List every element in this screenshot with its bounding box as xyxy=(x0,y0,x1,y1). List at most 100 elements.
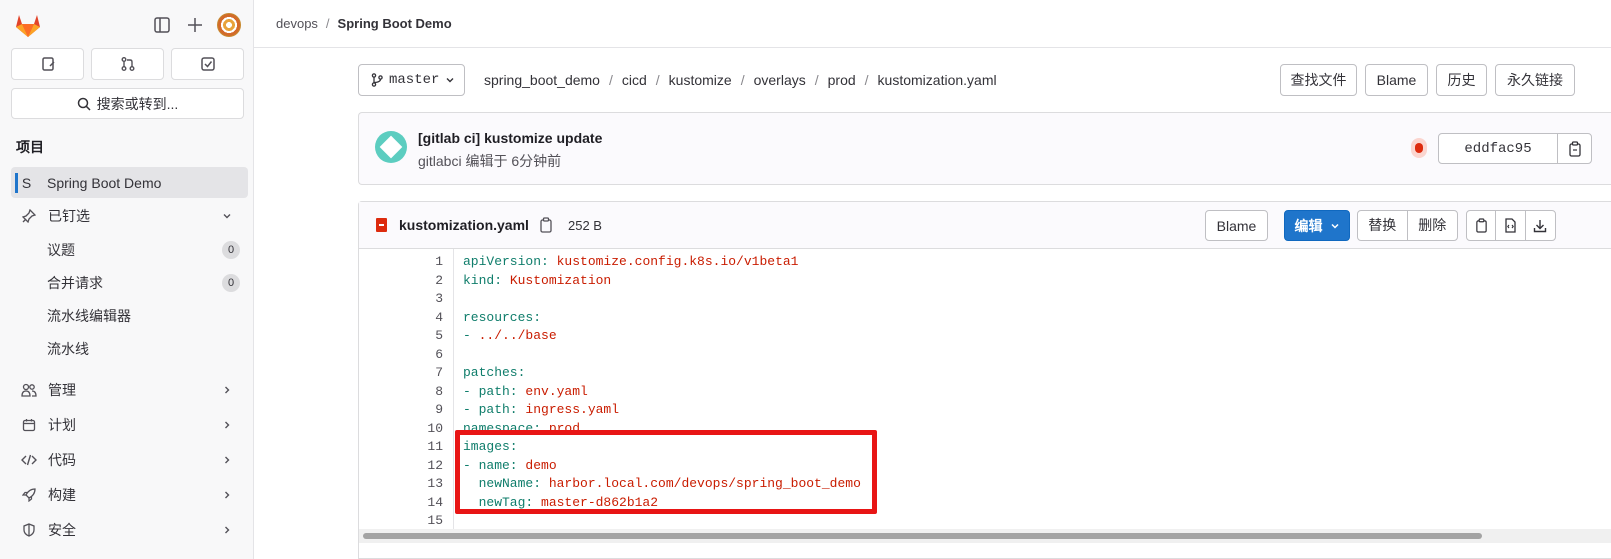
rocket-icon xyxy=(16,487,42,502)
copy-icon xyxy=(1475,218,1487,233)
line-number[interactable]: 5 xyxy=(359,327,443,346)
edit-dropdown-button[interactable]: 编辑 xyxy=(1284,210,1350,241)
line-number[interactable]: 15 xyxy=(359,512,443,531)
chevron-right-icon xyxy=(222,385,238,395)
toggle-sidebar-icon[interactable] xyxy=(151,14,173,36)
issues-icon xyxy=(41,57,55,71)
code-icon xyxy=(16,453,42,467)
line-number[interactable]: 8 xyxy=(359,383,443,402)
path-segment[interactable]: prod xyxy=(828,72,856,88)
sidebar-item-build[interactable]: 构建 xyxy=(11,479,248,510)
replace-delete-button-group: 替换 删除 xyxy=(1357,210,1458,241)
search-icon xyxy=(77,97,91,111)
pin-icon xyxy=(16,208,42,223)
commit-sha[interactable]: eddfac95 xyxy=(1439,134,1558,163)
file-name: kustomization.yaml xyxy=(399,217,529,233)
replace-button[interactable]: 替换 xyxy=(1358,211,1408,240)
yaml-key: apiVersion: xyxy=(463,254,549,269)
pipeline-status-failed-icon[interactable] xyxy=(1411,138,1427,158)
sidebar-item-plan[interactable]: 计划 xyxy=(11,409,248,440)
merge-requests-tab-button[interactable] xyxy=(91,48,164,80)
sidebar-item-pinned[interactable]: 已钉选 xyxy=(11,200,248,231)
yaml-key: kind: xyxy=(463,272,503,288)
sidebar-item-project[interactable]: S Spring Boot Demo xyxy=(11,167,248,198)
sidebar-item-issues[interactable]: 议题 0 xyxy=(11,234,248,265)
sidebar: 搜索或转到... 项目 S Spring Boot Demo 已钉选 议题 0 … xyxy=(0,0,254,559)
commit-author-avatar[interactable] xyxy=(375,131,407,163)
yaml-file-icon xyxy=(376,218,387,232)
sidebar-item-plan-label: 计划 xyxy=(48,416,76,433)
path-segment[interactable]: spring_boot_demo xyxy=(484,72,600,88)
sidebar-item-build-label: 构建 xyxy=(48,486,76,503)
user-avatar[interactable] xyxy=(217,13,241,37)
copy-file-path-button[interactable] xyxy=(539,217,553,233)
line-content: - path: env.yaml xyxy=(463,383,588,402)
issues-tab-button[interactable] xyxy=(11,48,84,80)
line-number[interactable]: 7 xyxy=(359,364,443,383)
sidebar-item-project-label: Spring Boot Demo xyxy=(47,174,162,191)
sidebar-item-security[interactable]: 安全 xyxy=(11,514,248,545)
history-button[interactable]: 历史 xyxy=(1436,64,1487,96)
yaml-value: Kustomization xyxy=(502,272,612,288)
line-number[interactable]: 12 xyxy=(359,457,443,476)
chevron-right-icon xyxy=(222,525,238,535)
commit-title-link[interactable]: [gitlab ci] kustomize update xyxy=(418,130,602,146)
sidebar-item-manage[interactable]: 管理 xyxy=(11,374,248,405)
merge-requests-count-badge: 0 xyxy=(222,273,240,292)
branch-name: master xyxy=(389,72,440,88)
sidebar-section-title: 项目 xyxy=(16,139,44,155)
todos-tab-button[interactable] xyxy=(171,48,244,80)
file-code-icon xyxy=(1505,218,1516,233)
breadcrumb-project-link[interactable]: Spring Boot Demo xyxy=(338,16,452,31)
branch-icon xyxy=(371,73,383,87)
line-number[interactable]: 13 xyxy=(359,475,443,494)
line-number[interactable]: 6 xyxy=(359,346,443,365)
line-content: resources: xyxy=(463,309,541,328)
file-blame-button[interactable]: Blame xyxy=(1205,210,1268,241)
line-number[interactable]: 3 xyxy=(359,290,443,309)
line-number[interactable]: 10 xyxy=(359,420,443,439)
gitlab-logo-icon[interactable] xyxy=(14,12,42,38)
sidebar-item-pinned-label: 已钉选 xyxy=(48,207,90,224)
line-number[interactable]: 9 xyxy=(359,401,443,420)
yaml-key: - path: xyxy=(463,383,518,399)
line-content: - path: ingress.yaml xyxy=(463,401,619,420)
line-number[interactable]: 4 xyxy=(359,309,443,328)
copy-sha-button[interactable] xyxy=(1558,134,1591,163)
download-icon xyxy=(1534,219,1547,232)
code-line: 1 apiVersion: kustomize.config.k8s.io/v1b… xyxy=(359,253,1611,272)
breadcrumb-group-link[interactable]: devops xyxy=(276,16,318,31)
permalink-button[interactable]: 永久链接 xyxy=(1495,64,1575,96)
open-raw-button[interactable] xyxy=(1496,211,1526,240)
path-segment[interactable]: kustomize xyxy=(669,72,732,88)
path-segment[interactable]: overlays xyxy=(754,72,806,88)
file-viewer: kustomization.yaml 252 B Blame 编辑 替换 删除 xyxy=(358,201,1611,559)
scrollbar-thumb[interactable] xyxy=(363,533,1482,539)
chevron-right-icon xyxy=(222,420,238,430)
sidebar-item-manage-label: 管理 xyxy=(48,381,76,398)
delete-button[interactable]: 删除 xyxy=(1408,211,1458,240)
plus-icon[interactable] xyxy=(184,14,206,36)
copy-contents-button[interactable] xyxy=(1467,211,1497,240)
highlight-annotation-box xyxy=(455,430,877,514)
yaml-key: patches: xyxy=(463,365,526,380)
sidebar-item-merge-requests[interactable]: 合并请求 0 xyxy=(11,267,248,298)
find-file-button[interactable]: 查找文件 xyxy=(1280,64,1357,96)
path-segment-current[interactable]: kustomization.yaml xyxy=(878,72,997,88)
users-icon xyxy=(16,383,42,397)
branch-selector[interactable]: master xyxy=(358,64,465,96)
line-number[interactable]: 11 xyxy=(359,438,443,457)
horizontal-scrollbar[interactable] xyxy=(359,529,1611,543)
commit-author-link[interactable]: gitlabci xyxy=(418,153,462,169)
sidebar-item-pipelines[interactable]: 流水线 xyxy=(11,333,248,364)
download-button[interactable] xyxy=(1526,211,1555,240)
line-number[interactable]: 2 xyxy=(359,272,443,291)
blame-button[interactable]: Blame xyxy=(1365,64,1428,96)
sidebar-item-code[interactable]: 代码 xyxy=(11,444,248,475)
search-button[interactable]: 搜索或转到... xyxy=(11,88,244,119)
path-segment[interactable]: cicd xyxy=(622,72,647,88)
line-number[interactable]: 1 xyxy=(359,253,443,272)
yaml-value: ../../base xyxy=(478,328,557,343)
line-number[interactable]: 14 xyxy=(359,494,443,513)
sidebar-item-pipeline-editor[interactable]: 流水线编辑器 xyxy=(11,300,248,331)
